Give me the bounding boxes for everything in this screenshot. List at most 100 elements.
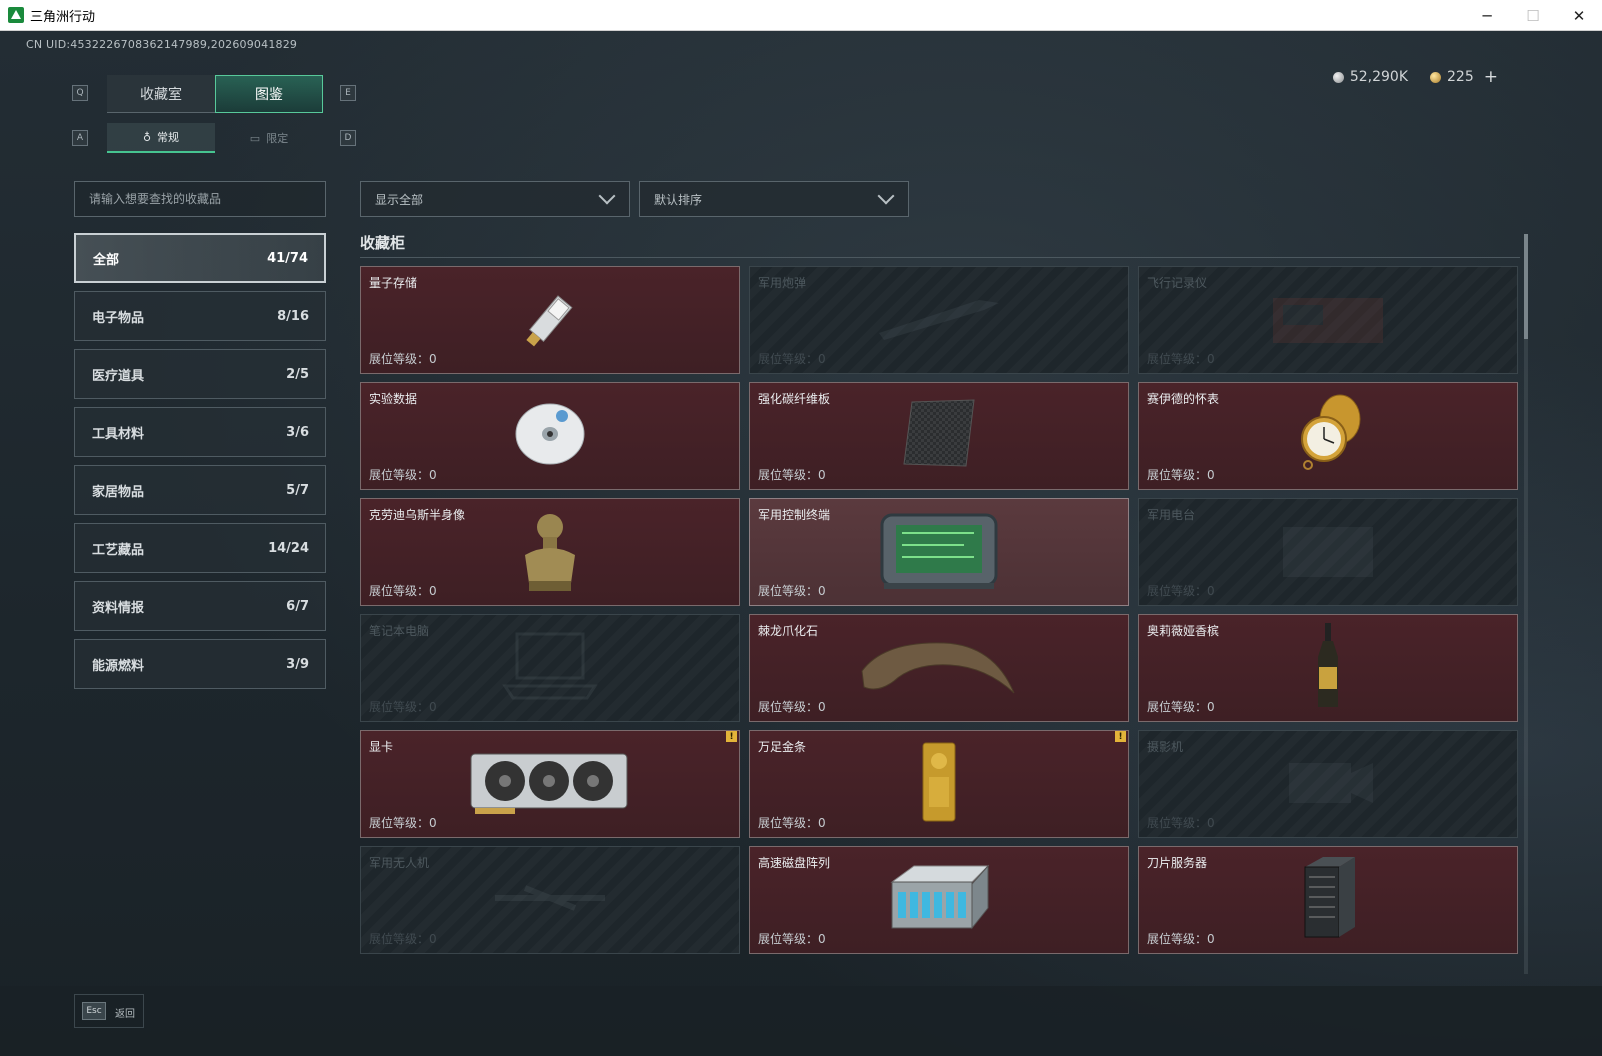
sort-dropdown[interactable]: 默认排序 — [639, 181, 909, 217]
subtab-regular[interactable]: ♁ 常规 — [107, 123, 215, 153]
category-count: 14/24 — [268, 540, 309, 556]
collection-card[interactable]: 军用电台展位等级：0 — [1138, 498, 1518, 606]
category-crafts[interactable]: 工艺藏品 14/24 — [74, 523, 326, 573]
new-badge-icon: ! — [1115, 731, 1126, 742]
card-level: 展位等级：0 — [369, 816, 437, 830]
window-titlebar: 三角洲行动 ─ ☐ ✕ — [0, 0, 1602, 31]
category-label: 全部 — [93, 252, 120, 268]
frame-icon: ▭ — [249, 131, 261, 145]
add-currency-button[interactable]: + — [1484, 67, 1498, 87]
filter-dropdown[interactable]: 显示全部 — [360, 181, 630, 217]
card-title: 万足金条 — [758, 740, 807, 754]
card-level: 展位等级：0 — [758, 468, 826, 482]
category-tools[interactable]: 工具材料 3/6 — [74, 407, 326, 457]
grid-scrollbar[interactable] — [1524, 234, 1528, 974]
card-title: 刀片服务器 — [1147, 856, 1208, 870]
tab-catalog[interactable]: 图鉴 — [215, 75, 323, 113]
card-title: 显卡 — [369, 740, 394, 754]
collection-card[interactable]: 飞行记录仪 展位等级：0 — [1138, 266, 1518, 374]
subtab-limited[interactable]: ▭ 限定 — [215, 123, 323, 153]
card-title: 军用电台 — [1147, 508, 1196, 522]
sort-selected: 默认排序 — [654, 192, 703, 207]
card-title: 笔记本电脑 — [369, 624, 430, 638]
collection-card[interactable]: 显卡展位等级：0! — [360, 730, 740, 838]
silver-amount: 52,290K — [1349, 69, 1409, 85]
category-household[interactable]: 家居物品 5/7 — [74, 465, 326, 515]
collection-card[interactable]: 摄影机展位等级：0 — [1138, 730, 1518, 838]
currency-silver: 52,290K — [1332, 69, 1409, 85]
collection-card[interactable]: 刀片服务器 展位等级：0 — [1138, 846, 1518, 954]
card-title: 实验数据 — [369, 392, 418, 406]
radio-icon — [1273, 515, 1383, 589]
card-level: 展位等级：0 — [758, 932, 826, 946]
card-title: 克劳迪乌斯半身像 — [369, 508, 466, 522]
hotkey-next-tab[interactable]: E — [340, 85, 356, 101]
grid-scroll-thumb[interactable] — [1524, 234, 1528, 339]
category-label: 家居物品 — [92, 484, 145, 500]
recorder-icon — [1263, 283, 1393, 357]
collection-card[interactable]: 军用控制终端 展位等级：0 — [749, 498, 1129, 606]
tab-collection-room[interactable]: 收藏室 — [107, 75, 215, 113]
category-count: 5/7 — [286, 482, 309, 498]
category-electronics[interactable]: 电子物品 8/16 — [74, 291, 326, 341]
collection-card[interactable]: 笔记本电脑 展位等级：0 — [360, 614, 740, 722]
window-controls: ─ ☐ ✕ — [1464, 0, 1602, 31]
card-title: 军用炮弹 — [758, 276, 807, 290]
subtab-limited-label: 限定 — [266, 132, 289, 145]
bust-icon — [515, 505, 585, 599]
collection-card[interactable]: 万足金条展位等级：0! — [749, 730, 1129, 838]
hotkey-next-subtab[interactable]: D — [340, 130, 356, 146]
usb-drive-icon — [510, 278, 590, 362]
back-label: 返回 — [115, 1009, 135, 1020]
category-count: 2/5 — [286, 366, 309, 382]
category-all[interactable]: 全部 41/74 — [74, 233, 326, 283]
terminal-icon — [874, 505, 1004, 599]
card-level: 展位等级：0 — [369, 584, 437, 598]
card-level: 展位等级：0 — [1147, 816, 1215, 830]
gold-amount: 225 — [1447, 69, 1474, 85]
close-button[interactable]: ✕ — [1556, 0, 1602, 31]
category-medical[interactable]: 医疗道具 2/5 — [74, 349, 326, 399]
category-label: 资料情报 — [92, 600, 145, 616]
hotkey-prev-tab[interactable]: Q — [72, 85, 88, 101]
collection-card[interactable]: 奥莉薇娅香槟 展位等级：0 — [1138, 614, 1518, 722]
hotkey-prev-subtab[interactable]: A — [72, 130, 88, 146]
category-intel[interactable]: 资料情报 6/7 — [74, 581, 326, 631]
collection-card[interactable]: 赛伊德的怀表 展位等级：0 — [1138, 382, 1518, 490]
category-label: 工艺藏品 — [92, 542, 145, 558]
search-input[interactable] — [74, 181, 326, 217]
disc-icon — [510, 394, 590, 478]
section-title: 收藏柜 — [360, 234, 406, 252]
card-level: 展位等级：0 — [1147, 584, 1215, 598]
category-label: 能源燃料 — [92, 658, 145, 674]
card-title: 量子存储 — [369, 276, 418, 290]
collection-card[interactable]: 高速磁盘阵列 展位等级：0 — [749, 846, 1129, 954]
gold-coin-icon — [1430, 71, 1442, 83]
minimize-button[interactable]: ─ — [1464, 0, 1510, 31]
card-level: 展位等级：0 — [758, 816, 826, 830]
maximize-button[interactable]: ☐ — [1510, 0, 1556, 31]
collection-card[interactable]: 强化碳纤维板 展位等级：0 — [749, 382, 1129, 490]
collection-card[interactable]: 棘龙爪化石 展位等级：0 — [749, 614, 1129, 722]
card-title: 摄影机 — [1147, 740, 1184, 754]
new-badge-icon: ! — [726, 731, 737, 742]
chevron-down-icon — [598, 187, 616, 205]
category-energy[interactable]: 能源燃料 3/9 — [74, 639, 326, 689]
collection-grid: 量子存储 展位等级：0 军用炮弹 展位等级：0 飞行记录仪 展位等级：0 实验数据 展位等级：… — [360, 266, 1520, 972]
collection-card[interactable]: 克劳迪乌斯半身像 展位等级：0 — [360, 498, 740, 606]
category-label: 医疗道具 — [92, 368, 145, 384]
claw-fossil-icon — [854, 631, 1024, 705]
collection-card[interactable]: 实验数据 展位等级：0 — [360, 382, 740, 490]
category-count: 3/9 — [286, 656, 309, 672]
collection-card[interactable]: 量子存储 展位等级：0 — [360, 266, 740, 374]
category-label: 工具材料 — [92, 426, 145, 442]
pocket-watch-icon — [1288, 389, 1368, 483]
collection-card[interactable]: 军用无人机 展位等级：0 — [360, 846, 740, 954]
camera-icon — [1273, 747, 1383, 821]
subtab-regular-label: 常规 — [157, 131, 180, 144]
collection-card[interactable]: 军用炮弹 展位等级：0 — [749, 266, 1129, 374]
card-title: 强化碳纤维板 — [758, 392, 831, 406]
esc-key[interactable]: Esc — [82, 1002, 106, 1020]
currency-gold: 225 + — [1430, 67, 1498, 87]
category-list: 全部 41/74 电子物品 8/16 医疗道具 2/5 工具材料 3/6 家居物… — [74, 233, 326, 697]
